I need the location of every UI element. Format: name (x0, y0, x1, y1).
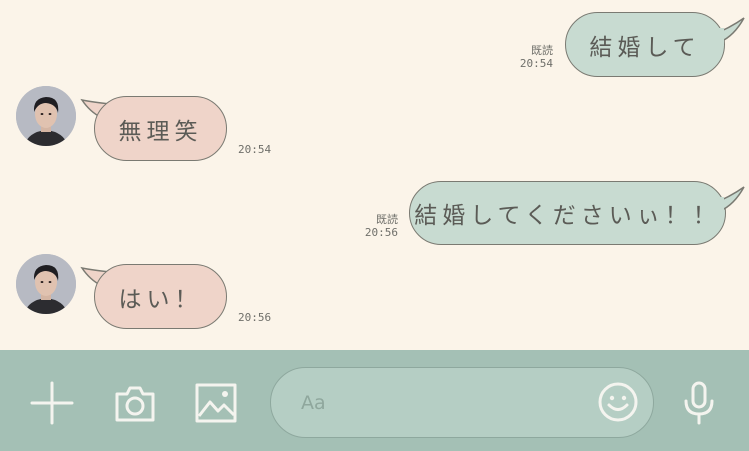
image-icon (195, 383, 237, 423)
input-bar (0, 350, 749, 451)
emoji-button[interactable] (597, 381, 639, 423)
camera-button[interactable] (112, 380, 158, 426)
camera-icon (115, 386, 155, 422)
message-input[interactable] (299, 381, 593, 424)
message-time: 20:56 (364, 226, 398, 239)
chat-area: 既読 20:54 結婚して 無理笑 20:54 既読 20:56 結婚してくださ… (0, 0, 749, 350)
avatar-portrait-icon (16, 254, 76, 314)
avatar[interactable] (16, 86, 76, 146)
voice-button[interactable] (676, 380, 722, 426)
message-meta: 20:56 (238, 311, 271, 324)
bubble-tail (704, 186, 745, 215)
message-bubble-received[interactable]: 無理笑 (94, 96, 227, 161)
read-receipt: 既読 (376, 213, 398, 226)
message-text: 無理笑 (118, 118, 203, 145)
read-receipt: 既読 (531, 44, 553, 57)
bubble-tail (704, 17, 745, 46)
message-input-container[interactable] (270, 367, 654, 438)
smiley-icon (598, 382, 638, 422)
avatar[interactable] (16, 254, 76, 314)
add-button[interactable] (29, 380, 75, 426)
message-meta: 既読 20:56 (350, 213, 398, 239)
microphone-icon (684, 381, 714, 425)
message-time: 20:54 (519, 57, 553, 70)
avatar-portrait-icon (16, 86, 76, 146)
image-button[interactable] (193, 380, 239, 426)
message-meta: 既読 20:54 (505, 44, 553, 70)
plus-icon (30, 381, 74, 425)
message-bubble-received[interactable]: はい！ (94, 264, 227, 329)
message-time: 20:54 (238, 143, 272, 156)
message-text: 結婚して (589, 34, 701, 61)
message-time: 20:56 (238, 311, 272, 324)
message-bubble-sent[interactable]: 結婚してくださいぃ！！ (409, 181, 726, 245)
message-meta: 20:54 (238, 143, 271, 156)
message-text: はい！ (118, 286, 203, 313)
message-text: 結婚してくださいぃ！！ (414, 203, 721, 229)
